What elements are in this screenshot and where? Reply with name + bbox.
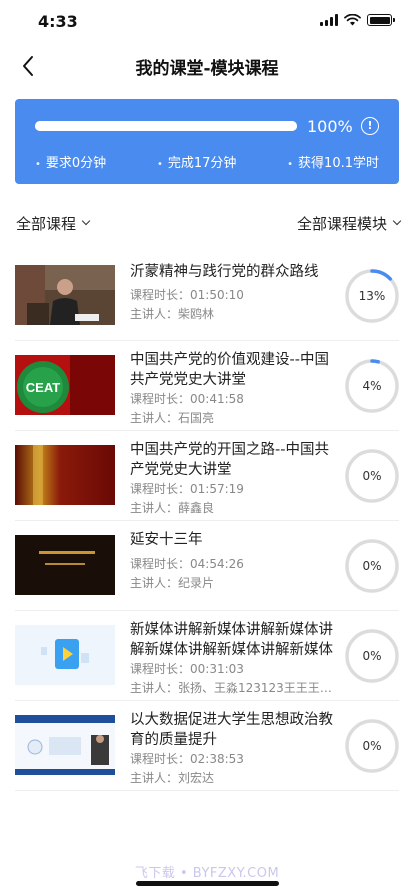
course-duration: 课程时长：02:38:53 bbox=[130, 752, 244, 766]
stat-earned: 获得10.1学时 bbox=[287, 152, 379, 171]
course-progress-label: 0% bbox=[362, 649, 382, 663]
course-thumbnail bbox=[15, 715, 115, 775]
course-thumbnail bbox=[15, 445, 115, 505]
course-thumbnail: CEAT bbox=[15, 355, 115, 415]
course-title: 延安十三年 bbox=[130, 532, 203, 548]
status-bar: 4:33 bbox=[0, 0, 414, 44]
course-title: 中国共产党的价值观建设--中国共产党党史大讲堂 bbox=[130, 352, 329, 388]
course-speaker: 主讲人：纪录片 bbox=[130, 576, 215, 590]
course-progress-label: 0% bbox=[362, 559, 382, 573]
course-duration: 课程时长：01:50:10 bbox=[130, 288, 244, 302]
course-filter-label: 全部课程 bbox=[16, 214, 77, 233]
signal-icon bbox=[320, 14, 338, 26]
course-filter-dropdown[interactable]: 全部课程 bbox=[16, 213, 91, 234]
course-progress-label: 4% bbox=[362, 379, 382, 393]
course-progress-label: 13% bbox=[358, 289, 386, 303]
module-filter-dropdown[interactable]: 全部课程模块 bbox=[296, 213, 402, 234]
course-progress-label: 0% bbox=[362, 739, 382, 753]
chevron-left-icon bbox=[23, 56, 33, 76]
watermark: 飞下载 • BYFZXY.COM bbox=[134, 866, 280, 881]
course-title: 中国共产党的开国之路--中国共产党党史大讲堂 bbox=[130, 442, 329, 478]
course-item[interactable]: CEAT 中国共产党的价值观建设--中国共产党党史大讲堂 课程时长：00:41:… bbox=[15, 341, 399, 431]
status-icons bbox=[320, 14, 395, 26]
course-speaker: 主讲人：刘宏达 bbox=[130, 771, 215, 785]
course-item[interactable]: 新媒体讲解新媒体讲解新媒体讲解新媒体讲解新媒体讲解新媒体讲解 课程时长：00:3… bbox=[15, 611, 399, 701]
chevron-down-icon bbox=[392, 216, 402, 226]
course-item[interactable]: 延安十三年 课程时长：04:54:26 主讲人：纪录片 0% bbox=[15, 521, 399, 611]
course-speaker: 主讲人：石国亮 bbox=[130, 411, 215, 425]
course-duration: 课程时长：01:57:19 bbox=[130, 482, 244, 496]
course-thumbnail bbox=[15, 535, 115, 595]
course-title: 新媒体讲解新媒体讲解新媒体讲解新媒体讲解新媒体讲解新媒体讲解 bbox=[130, 622, 333, 658]
page-title: 我的课堂-模块课程 bbox=[135, 58, 279, 79]
nav-bar: 我的课堂-模块课程 bbox=[0, 44, 414, 88]
course-title: 以大数据促进大学生思想政治教育的质量提升 bbox=[130, 712, 333, 748]
overall-progress-fill bbox=[35, 121, 297, 131]
wifi-icon bbox=[344, 14, 361, 26]
back-button[interactable] bbox=[14, 52, 42, 80]
course-duration: 课程时长：00:41:58 bbox=[130, 392, 244, 406]
course-speaker: 主讲人：张扬、王淼123123王王王王王 bbox=[130, 681, 335, 695]
stat-required: 要求0分钟 bbox=[35, 152, 106, 171]
course-list: 沂蒙精神与践行党的群众路线 课程时长：01:50:10 主讲人：柴鸥林 13% … bbox=[0, 251, 414, 791]
course-speaker: 主讲人：柴鸥林 bbox=[130, 307, 215, 321]
status-time: 4:33 bbox=[38, 12, 78, 31]
course-thumbnail bbox=[15, 265, 115, 325]
module-filter-label: 全部课程模块 bbox=[296, 214, 387, 233]
course-item[interactable]: 中国共产党的开国之路--中国共产党党史大讲堂 课程时长：01:57:19 主讲人… bbox=[15, 431, 399, 521]
svg-text:CEAT: CEAT bbox=[26, 380, 60, 395]
progress-stats: 要求0分钟 完成17分钟 获得10.1学时 bbox=[35, 152, 379, 171]
filter-bar: 全部课程 全部课程模块 bbox=[0, 201, 414, 245]
course-duration: 课程时长：00:31:03 bbox=[130, 662, 244, 676]
overall-progress-label: 100% bbox=[307, 117, 353, 136]
course-progress-label: 0% bbox=[362, 469, 382, 483]
course-duration: 课程时长：04:54:26 bbox=[130, 557, 244, 571]
course-title: 沂蒙精神与践行党的群众路线 bbox=[130, 264, 319, 280]
course-item[interactable]: 以大数据促进大学生思想政治教育的质量提升 课程时长：02:38:53 主讲人：刘… bbox=[15, 701, 399, 791]
info-icon[interactable]: ! bbox=[361, 117, 379, 135]
home-indicator bbox=[136, 881, 279, 886]
chevron-down-icon bbox=[81, 216, 91, 226]
course-item[interactable]: 沂蒙精神与践行党的群众路线 课程时长：01:50:10 主讲人：柴鸥林 13% bbox=[15, 251, 399, 341]
battery-icon bbox=[367, 14, 395, 26]
course-thumbnail bbox=[15, 625, 115, 685]
overall-progress-card: 100% ! 要求0分钟 完成17分钟 获得10.1学时 bbox=[15, 99, 399, 184]
stat-completed: 完成17分钟 bbox=[157, 152, 237, 171]
course-speaker: 主讲人：薛鑫良 bbox=[130, 501, 215, 515]
overall-progress-bar bbox=[35, 121, 297, 131]
